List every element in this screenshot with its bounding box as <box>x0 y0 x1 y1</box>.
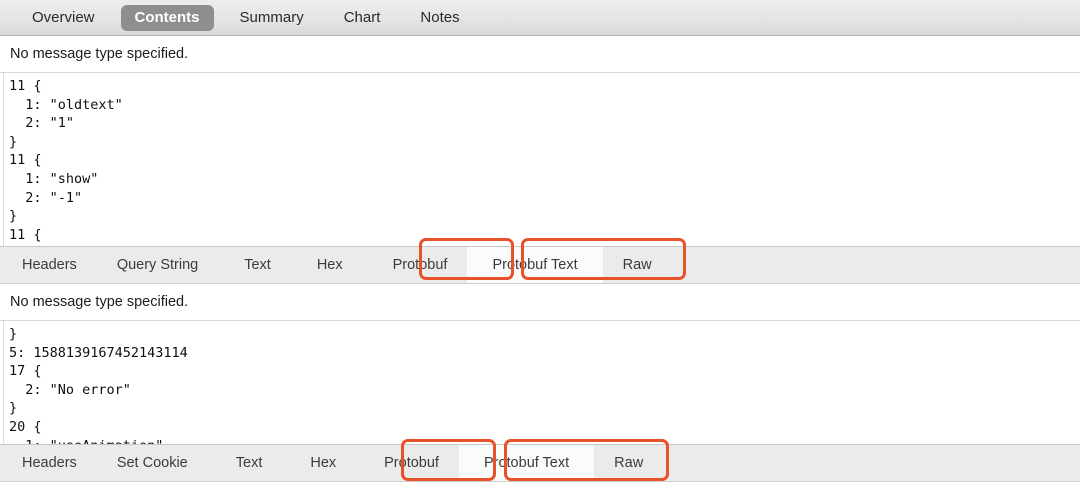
request-tab-hex[interactable]: Hex <box>293 247 367 283</box>
request-tab-hex-label: Hex <box>316 257 343 273</box>
response-tab-set-cookie[interactable]: Set Cookie <box>91 445 212 481</box>
request-tab-headers-label: Headers <box>22 257 77 273</box>
response-tab-raw[interactable]: Raw <box>594 445 657 481</box>
response-tab-raw-label: Raw <box>614 455 644 471</box>
request-tab-protobuf[interactable]: Protobuf <box>367 247 468 283</box>
tab-summary[interactable]: Summary <box>226 5 318 31</box>
request-tab-raw[interactable]: Raw <box>603 247 666 283</box>
request-tab-protobuf-label: Protobuf <box>392 257 448 273</box>
request-tab-query-string[interactable]: Query String <box>91 247 222 283</box>
response-gutter-divider <box>3 321 4 444</box>
response-status-message: No message type specified. <box>10 294 189 310</box>
request-status-bar: No message type specified. <box>0 36 1080 73</box>
response-tab-hex-label: Hex <box>310 455 337 471</box>
response-tab-protobuf-text-label: Protobuf Text <box>483 455 570 471</box>
response-panel: No message type specified. } 5: 15881391… <box>0 284 1080 482</box>
response-tab-protobuf[interactable]: Protobuf <box>360 445 459 481</box>
request-protobuf-text-view[interactable]: 11 { 1: "oldtext" 2: "1" } 11 { 1: "show… <box>0 73 1080 246</box>
response-protobuf-text: } 5: 1588139167452143114 17 { 2: "No err… <box>9 326 188 444</box>
response-tab-headers-label: Headers <box>22 455 77 471</box>
request-gutter-divider <box>3 73 4 246</box>
request-tab-protobuf-text[interactable]: Protobuf Text <box>467 247 603 283</box>
request-tab-raw-label: Raw <box>622 257 652 273</box>
response-tab-bar: Headers Set Cookie Text Hex Protobuf Pro… <box>0 439 1080 482</box>
response-tab-text-label: Text <box>235 455 263 471</box>
response-tab-hex[interactable]: Hex <box>286 445 360 481</box>
request-tab-text-label: Text <box>244 257 271 273</box>
response-status-bar: No message type specified. <box>0 284 1080 321</box>
request-tab-headers[interactable]: Headers <box>0 247 91 283</box>
request-tab-bar: Headers Query String Text Hex Protobuf P… <box>0 238 1080 284</box>
request-tab-text[interactable]: Text <box>222 247 293 283</box>
request-status-message: No message type specified. <box>10 46 189 62</box>
response-tab-protobuf-label: Protobuf <box>384 455 439 471</box>
response-tab-headers[interactable]: Headers <box>0 445 91 481</box>
tab-notes[interactable]: Notes <box>406 5 473 31</box>
response-tab-set-cookie-label: Set Cookie <box>116 455 188 471</box>
tab-chart[interactable]: Chart <box>330 5 395 31</box>
response-tab-text[interactable]: Text <box>212 445 287 481</box>
response-protobuf-text-view[interactable]: } 5: 1588139167452143114 17 { 2: "No err… <box>0 321 1080 444</box>
request-protobuf-text: 11 { 1: "oldtext" 2: "1" } 11 { 1: "show… <box>9 78 123 246</box>
request-tab-protobuf-text-label: Protobuf Text <box>492 257 578 273</box>
top-toolbar: Overview Contents Summary Chart Notes <box>0 0 1080 36</box>
tab-contents[interactable]: Contents <box>120 4 214 31</box>
request-tab-query-string-label: Query String <box>116 257 199 273</box>
request-panel: No message type specified. 11 { 1: "oldt… <box>0 36 1080 284</box>
response-tab-protobuf-text[interactable]: Protobuf Text <box>458 445 595 481</box>
tab-overview[interactable]: Overview <box>18 5 109 31</box>
